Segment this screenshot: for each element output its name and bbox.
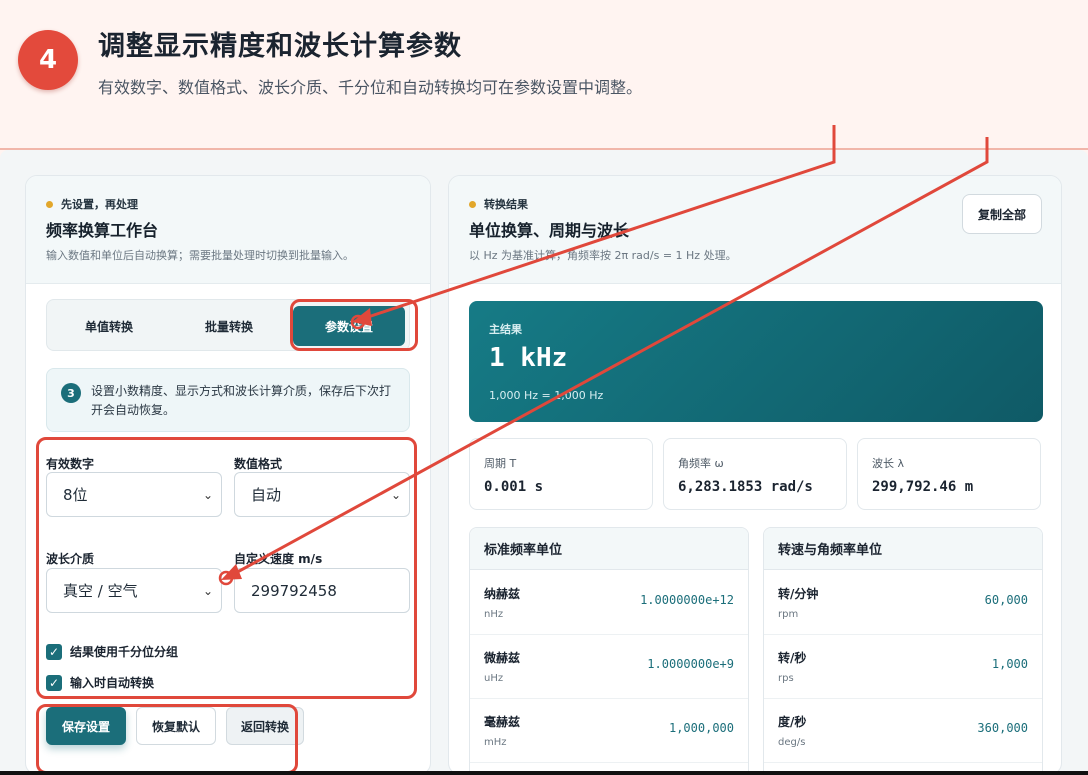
banner-subtitle: 有效数字、数值格式、波长介质、千分位和自动转换均可在参数设置中调整。 [98,78,643,97]
stat-label: 波长 λ [872,457,905,470]
status-dot-icon [469,200,476,208]
workbench-header: 先设置，再处理 频率换算工作台 输入数值和单位后自动换算；需要批量处理时切换到批… [26,176,430,284]
number-format-select[interactable]: 自动 ⌄ [234,472,410,517]
mode-tabs: 单值转换 批量转换 参数设置 [46,299,410,351]
status-dot-icon [46,200,53,208]
unit-value: 1.0000000e+9 [647,657,734,671]
unit-value: 60,000 [984,593,1028,607]
bottom-edge [0,771,1088,775]
standard-units-table: 标准频率单位 纳赫兹 nHz 1.0000000e+12 微赫兹 uHz 1.0… [469,527,749,774]
instruction-banner: 4 调整显示精度和波长计算参数 有效数字、数值格式、波长介质、千分位和自动转换均… [0,0,1088,150]
save-settings-button[interactable]: 保存设置 [46,707,126,745]
results-title: 单位换算、周期与波长 [469,221,630,240]
thousands-separator-label: 结果使用千分位分组 [70,645,179,659]
main-result-value: 1 kHz [489,343,568,373]
unit-name: 微赫兹 [484,651,521,665]
check-icon: ✓ [46,643,62,660]
tab-settings[interactable]: 参数设置 [293,306,405,346]
custom-speed-input[interactable]: 299792458 [234,568,410,613]
unit-symbol: rps [778,673,794,684]
medium-label: 波长介质 [46,552,95,566]
custom-speed-value: 299792458 [251,581,337,600]
eyebrow-text: 转换结果 [484,198,528,211]
check-icon: ✓ [46,674,62,691]
workbench-title: 频率换算工作台 [46,221,159,240]
copy-all-button[interactable]: 复制全部 [962,194,1042,234]
angular-frequency-stat: 角频率 ω 6,283.1853 rad/s [663,438,847,510]
workbench-panel: 先设置，再处理 频率换算工作台 输入数值和单位后自动换算；需要批量处理时切换到批… [25,175,431,775]
medium-value: 真空 / 空气 [63,582,138,600]
tab-single-convert[interactable]: 单值转换 [53,306,165,346]
stat-label: 周期 T [484,457,517,470]
chevron-down-icon: ⌄ [202,488,213,502]
unit-name: 转/秒 [778,651,807,665]
main-result-label: 主结果 [489,323,522,336]
unit-name: 转/分钟 [778,587,819,601]
table-row: 转/秒 rps 1,000 [764,635,1042,699]
unit-symbol: nHz [484,609,504,620]
sig-digits-value: 8位 [63,486,88,504]
custom-speed-label: 自定义速度 m/s [234,552,323,566]
auto-convert-label: 输入时自动转换 [70,676,155,690]
medium-select[interactable]: 真空 / 空气 ⌄ [46,568,222,613]
table-row: 微赫兹 uHz 1.0000000e+9 [470,635,748,699]
eyebrow-text: 先设置，再处理 [61,198,138,211]
step-number-badge: 4 [18,30,78,90]
hint-text: 设置小数精度、显示方式和波长计算介质，保存后下次打开会自动恢复。 [91,384,392,417]
results-description: 以 Hz 为基准计算，角频率按 2π rad/s = 1 Hz 处理。 [469,249,737,262]
unit-value: 360,000 [977,721,1028,735]
chevron-down-icon: ⌄ [202,584,213,598]
results-eyebrow: 转换结果 [469,196,528,212]
workbench-eyebrow: 先设置，再处理 [46,196,138,212]
hint-number-badge: 3 [61,383,81,403]
unit-symbol: deg/s [778,737,806,748]
stat-value: 0.001 s [484,479,544,495]
results-header: 转换结果 单位换算、周期与波长 以 Hz 为基准计算，角频率按 2π rad/s… [449,176,1061,284]
stat-value: 299,792.46 m [872,479,974,495]
table-title: 转速与角频率单位 [764,528,1042,570]
number-format-value: 自动 [251,486,282,504]
unit-name: 纳赫兹 [484,587,521,601]
unit-value: 1,000,000 [668,721,734,735]
back-to-convert-button[interactable]: 返回转换 [226,707,304,745]
workbench-description: 输入数值和单位后自动换算；需要批量处理时切换到批量输入。 [46,249,354,262]
number-format-label: 数值格式 [234,457,283,471]
table-row: 毫赫兹 mHz 1,000,000 [470,699,748,763]
reset-defaults-button[interactable]: 恢复默认 [136,707,216,745]
table-title: 标准频率单位 [470,528,748,570]
thousands-separator-checkbox[interactable]: ✓ 结果使用千分位分组 [46,643,178,660]
unit-symbol: mHz [484,737,507,748]
period-stat: 周期 T 0.001 s [469,438,653,510]
wavelength-stat: 波长 λ 299,792.46 m [857,438,1041,510]
table-row: 度/秒 deg/s 360,000 [764,699,1042,763]
banner-title: 调整显示精度和波长计算参数 [98,31,462,62]
unit-name: 度/秒 [778,715,807,729]
rotation-units-table: 转速与角频率单位 转/分钟 rpm 60,000 转/秒 rps 1,000 度… [763,527,1043,774]
table-row: 转/分钟 rpm 60,000 [764,571,1042,635]
sig-digits-label: 有效数字 [46,457,95,471]
stat-value: 6,283.1853 rad/s [678,479,813,495]
stat-label: 角频率 ω [678,457,724,470]
tab-batch-convert[interactable]: 批量转换 [173,306,285,346]
settings-hint: 3 设置小数精度、显示方式和波长计算介质，保存后下次打开会自动恢复。 [46,368,410,432]
results-panel: 转换结果 单位换算、周期与波长 以 Hz 为基准计算，角频率按 2π rad/s… [448,175,1062,775]
unit-symbol: rpm [778,609,799,620]
unit-symbol: uHz [484,673,504,684]
auto-convert-checkbox[interactable]: ✓ 输入时自动转换 [46,674,154,691]
unit-value: 1,000 [991,657,1028,671]
chevron-down-icon: ⌄ [390,488,401,502]
main-result-equation: 1,000 Hz = 1,000 Hz [489,389,604,402]
unit-value: 1.0000000e+12 [640,593,734,607]
unit-name: 毫赫兹 [484,715,521,729]
sig-digits-select[interactable]: 8位 ⌄ [46,472,222,517]
table-row: 纳赫兹 nHz 1.0000000e+12 [470,571,748,635]
main-result-card: 主结果 1 kHz 1,000 Hz = 1,000 Hz [469,301,1043,422]
